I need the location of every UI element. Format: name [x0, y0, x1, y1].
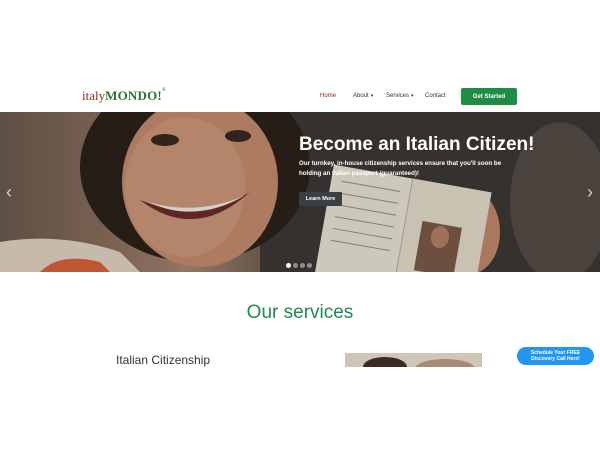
chevron-down-icon: ▾	[370, 93, 374, 99]
nav-item-services[interactable]: Services ▾	[386, 93, 414, 99]
slider-dot-1[interactable]	[286, 263, 291, 268]
service-photo-art	[345, 353, 482, 367]
services-section-title: Our services	[246, 302, 354, 323]
schedule-discovery-call-button[interactable]: Schedule Your FREE Discovery Call Here!	[517, 347, 594, 365]
get-started-button[interactable]: Get Started	[461, 88, 517, 105]
nav-item-about[interactable]: About ▾	[353, 93, 373, 99]
logo-text-mondo: MONDO!	[105, 88, 162, 103]
hero-subtitle: Our turnkey, in-house citizenship servic…	[299, 160, 502, 177]
chevron-left-icon[interactable]: ‹	[2, 182, 16, 202]
service-image	[345, 353, 482, 367]
site-header: italyMONDO!® Home About ▾ Services ▾ Con…	[0, 80, 600, 112]
logo-registered-mark: ®	[161, 88, 166, 93]
nav-item-home-label: Home	[320, 93, 337, 99]
service-heading-italian-citizenship: Italian Citizenship	[116, 353, 211, 367]
nav-item-home[interactable]: Home	[320, 93, 336, 99]
slider-dot-4[interactable]	[307, 263, 312, 268]
nav-item-about-label: About	[353, 93, 369, 99]
slider-pagination	[286, 263, 312, 268]
schedule-line-2: Discovery Call Here!	[531, 356, 580, 362]
chevron-right-icon[interactable]: ›	[583, 182, 597, 202]
slider-dot-3[interactable]	[300, 263, 305, 268]
hero-slider: Become an Italian Citizen! Our turnkey, …	[0, 112, 600, 272]
hero-title: Become an Italian Citizen!	[299, 134, 535, 155]
chevron-down-icon: ▾	[411, 93, 414, 99]
nav-item-services-label: Services	[386, 93, 410, 99]
nav-item-contact[interactable]: Contact	[425, 93, 446, 99]
nav-item-contact-label: Contact	[425, 93, 446, 99]
learn-more-button[interactable]: Learn More	[299, 192, 342, 206]
logo-text-italy: italy	[82, 88, 106, 103]
site-logo[interactable]: italyMONDO!®	[82, 88, 166, 104]
slider-dot-2[interactable]	[293, 263, 298, 268]
